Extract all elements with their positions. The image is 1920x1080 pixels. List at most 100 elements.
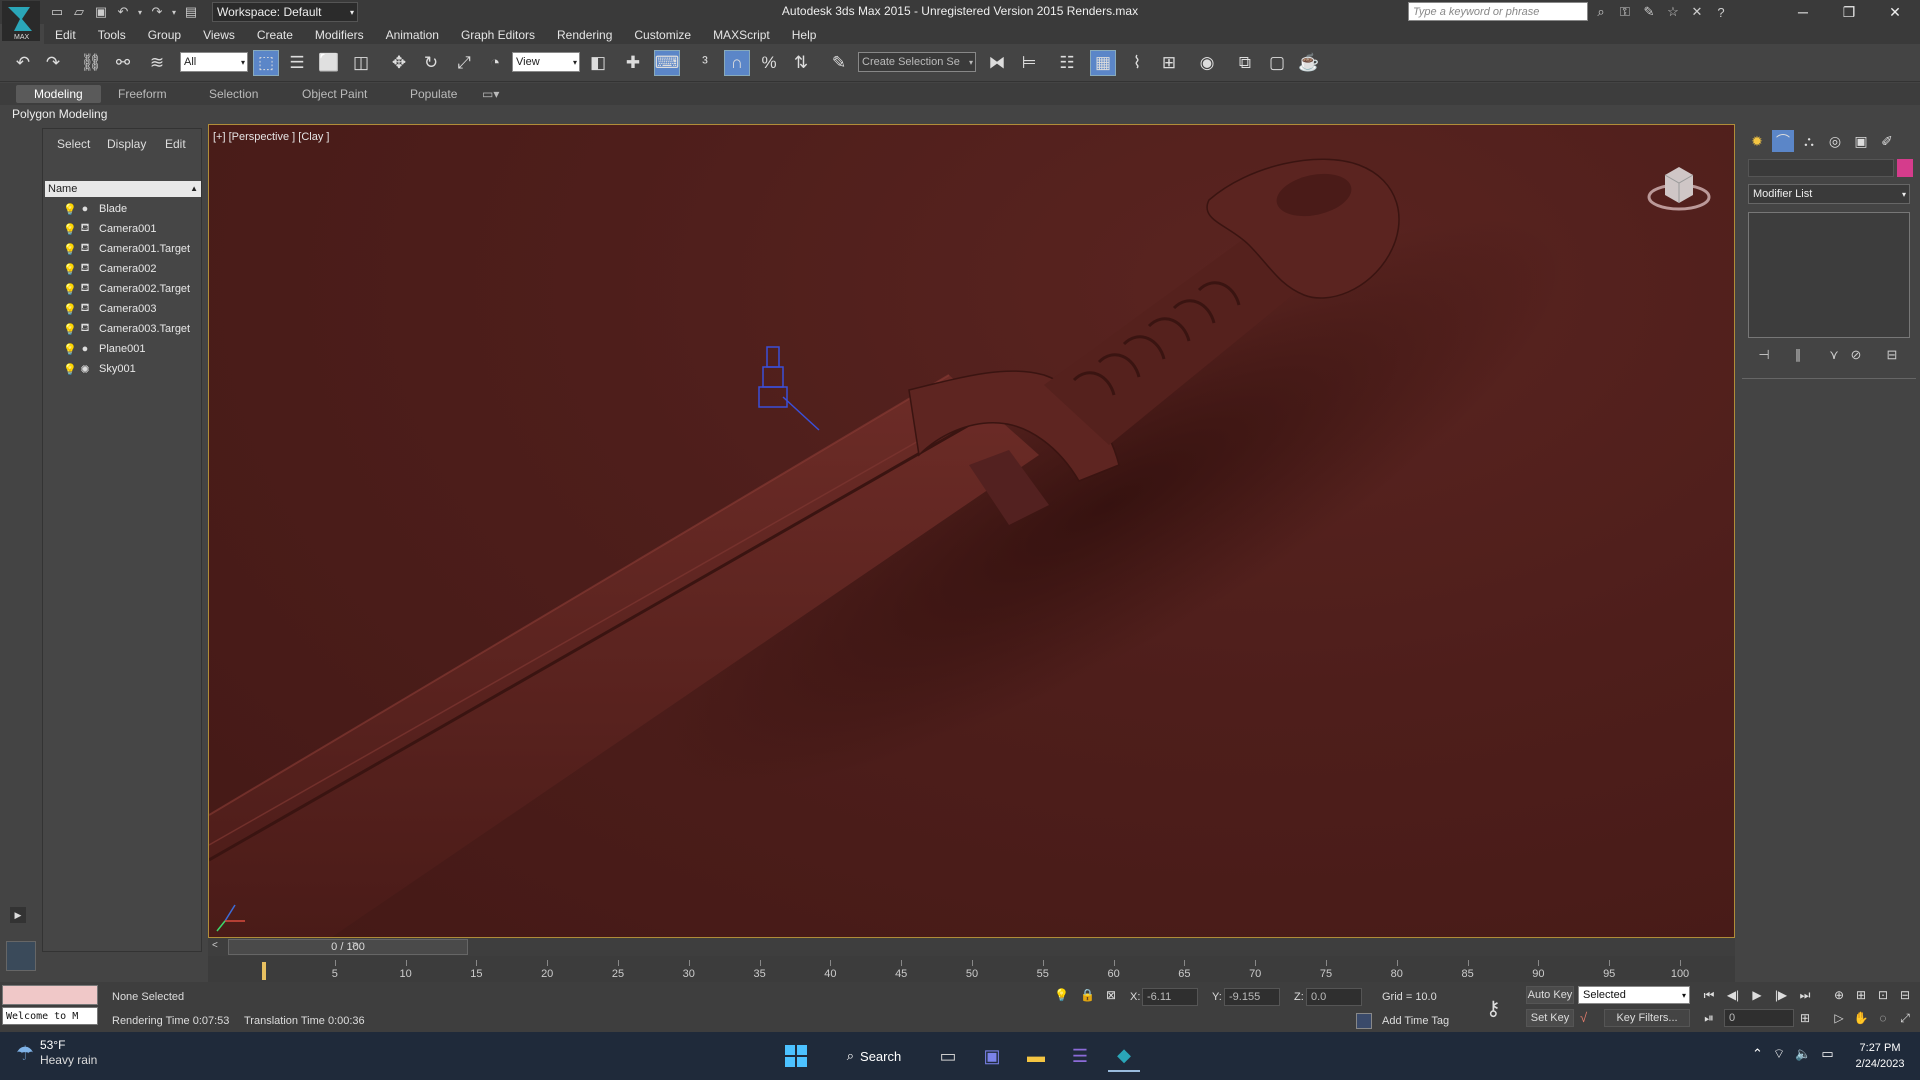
selection-lock-icon[interactable]: 🔒 bbox=[1080, 988, 1095, 1002]
undo-icon[interactable]: ↶ bbox=[10, 50, 36, 76]
explorer-tab-display[interactable]: Display bbox=[107, 137, 146, 151]
modifier-stack[interactable] bbox=[1748, 212, 1910, 338]
scene-object-row[interactable]: 💡 ⛾ Camera001 bbox=[43, 219, 201, 239]
ribbon-options-icon[interactable]: ▭▾ bbox=[474, 85, 507, 103]
next-frame-icon[interactable]: |▶ bbox=[1772, 986, 1790, 1004]
weather-widget[interactable]: ☂ 53°F Heavy rain bbox=[16, 1038, 97, 1068]
key-icon[interactable]: ⚿ bbox=[1616, 3, 1634, 21]
previous-frame-icon[interactable]: ◀| bbox=[1724, 986, 1742, 1004]
visibility-bulb-icon[interactable]: 💡 bbox=[63, 243, 77, 256]
help-icon[interactable]: ? bbox=[1712, 3, 1730, 21]
project-folder-icon[interactable]: ▤ bbox=[182, 3, 200, 21]
track-bar[interactable]: 5 10 15 20 25 30 35 40 45 50 55 60 65 70 75 80 85 90 95 100 bbox=[208, 956, 1735, 982]
scene-object-row[interactable]: 💡 ⛾ Camera003 bbox=[43, 299, 201, 319]
isolate-selection-icon[interactable]: 💡 bbox=[1054, 988, 1069, 1002]
new-file-icon[interactable]: ▭ bbox=[48, 3, 66, 21]
ribbon-tab-populate[interactable]: Populate bbox=[392, 85, 475, 103]
battery-icon[interactable]: ▭ bbox=[1821, 1046, 1833, 1062]
taskbar-search-button[interactable]: ⌕ Search bbox=[833, 1041, 915, 1071]
align-icon[interactable]: ⊨ bbox=[1016, 50, 1042, 76]
expand-arrow-icon[interactable]: ▶ bbox=[10, 907, 26, 923]
spinner-snap-icon[interactable]: ⇅ bbox=[788, 50, 814, 76]
keyboard-shortcut-override-icon[interactable]: ⌨ bbox=[654, 50, 680, 76]
visibility-bulb-icon[interactable]: 💡 bbox=[63, 283, 77, 296]
name-column-header[interactable]: Name ▲ bbox=[45, 181, 201, 197]
taskbar-clock[interactable]: 7:27 PM 2/24/2023 bbox=[1846, 1040, 1914, 1072]
zoom-all-icon[interactable]: ⊞ bbox=[1852, 986, 1870, 1004]
window-crossing-icon[interactable]: ◫ bbox=[348, 50, 374, 76]
configure-modifier-sets-icon[interactable]: ⊟ bbox=[1882, 346, 1902, 364]
select-and-place-icon[interactable]: ◔ bbox=[482, 50, 508, 76]
visibility-bulb-icon[interactable]: 💡 bbox=[63, 303, 77, 316]
scene-object-row[interactable]: 💡 ● Plane001 bbox=[43, 339, 201, 359]
menu-animation[interactable]: Animation bbox=[375, 24, 450, 46]
time-slider[interactable]: < 0 / 100 > bbox=[208, 938, 1735, 956]
menu-edit[interactable]: Edit bbox=[44, 24, 87, 46]
visibility-bulb-icon[interactable]: 💡 bbox=[63, 343, 77, 356]
play-icon[interactable]: ▶ bbox=[1748, 986, 1766, 1004]
menu-create[interactable]: Create bbox=[246, 24, 304, 46]
key-filters-button[interactable]: Key Filters... bbox=[1604, 1009, 1690, 1027]
time-slider-thumb[interactable]: 0 / 100 bbox=[228, 939, 468, 955]
named-selection-sets-dropdown[interactable]: Create Selection Se ▾ bbox=[858, 52, 976, 72]
visibility-bulb-icon[interactable]: 💡 bbox=[63, 323, 77, 336]
selection-filter-dropdown[interactable]: All ▾ bbox=[180, 52, 248, 72]
field-of-view-icon[interactable]: ▷ bbox=[1830, 1009, 1848, 1027]
menu-maxscript[interactable]: MAXScript bbox=[702, 24, 781, 46]
default-in-out-tangent-icon[interactable]: √ bbox=[1580, 1010, 1587, 1025]
edit-named-selection-icon[interactable]: ✎ bbox=[826, 50, 852, 76]
utilities-tab-icon[interactable]: ✐ bbox=[1876, 130, 1898, 152]
task-view-icon[interactable]: ▭ bbox=[932, 1040, 964, 1072]
scene-object-row[interactable]: 💡 ⛾ Camera002 bbox=[43, 259, 201, 279]
ribbon-tab-freeform[interactable]: Freeform bbox=[100, 85, 185, 103]
display-tab-icon[interactable]: ▣ bbox=[1850, 130, 1872, 152]
3ds-max-taskbar-icon[interactable]: ◆ bbox=[1108, 1040, 1140, 1072]
go-to-start-icon[interactable]: ⏮ bbox=[1700, 986, 1718, 1004]
select-by-name-icon[interactable]: ☰ bbox=[284, 50, 310, 76]
menu-rendering[interactable]: Rendering bbox=[546, 24, 623, 46]
time-configuration-icon[interactable]: ⊞ bbox=[1796, 1009, 1814, 1027]
scene-object-row[interactable]: 💡 ⛾ Camera001.Target bbox=[43, 239, 201, 259]
undo-dropdown-icon[interactable]: ▾ bbox=[136, 3, 144, 21]
scene-explorer-toggle-icon[interactable]: ▦ bbox=[1090, 50, 1116, 76]
workspace-dropdown[interactable]: Workspace: Default ▾ bbox=[212, 2, 358, 22]
polygon-modeling-panel[interactable]: Polygon Modeling bbox=[12, 107, 107, 121]
maxscript-listener-input[interactable] bbox=[2, 985, 98, 1005]
rendered-frame-window-icon[interactable]: ▢ bbox=[1264, 50, 1290, 76]
open-file-icon[interactable]: ▱ bbox=[70, 3, 88, 21]
make-unique-icon[interactable]: ⋎ bbox=[1824, 346, 1844, 364]
save-file-icon[interactable]: ▣ bbox=[92, 3, 110, 21]
key-selection-dropdown[interactable]: Selected ▾ bbox=[1578, 986, 1690, 1004]
modify-tab-icon[interactable]: ⌒ bbox=[1772, 130, 1794, 152]
rectangular-selection-icon[interactable]: ⬜ bbox=[316, 50, 342, 76]
pivot-center-icon[interactable]: ◧ bbox=[585, 50, 611, 76]
ribbon-tab-object-paint[interactable]: Object Paint bbox=[284, 85, 385, 103]
perspective-viewport[interactable]: [+] [Perspective ] [Clay ] bbox=[208, 124, 1735, 938]
menu-customize[interactable]: Customize bbox=[623, 24, 702, 46]
redo-icon[interactable]: ↷ bbox=[148, 3, 166, 21]
select-and-rotate-icon[interactable]: ↻ bbox=[418, 50, 444, 76]
object-color-swatch[interactable] bbox=[1897, 159, 1913, 177]
create-tab-icon[interactable]: ✹ bbox=[1746, 130, 1768, 152]
current-frame-marker[interactable] bbox=[262, 962, 266, 980]
y-coordinate-field[interactable]: -9.155 bbox=[1224, 988, 1280, 1006]
minimize-button[interactable]: ─ bbox=[1780, 0, 1826, 24]
menu-modifiers[interactable]: Modifiers bbox=[304, 24, 375, 46]
bind-space-warp-icon[interactable]: ≋ bbox=[144, 50, 170, 76]
time-slider-next-icon[interactable]: > bbox=[352, 940, 358, 951]
key-mode-toggle-icon[interactable]: ⏯ bbox=[1700, 1009, 1718, 1027]
z-coordinate-field[interactable]: 0.0 bbox=[1306, 988, 1362, 1006]
viewcube-icon[interactable] bbox=[1647, 155, 1711, 217]
reference-coordinate-dropdown[interactable]: View ▾ bbox=[512, 52, 580, 72]
explorer-tab-edit[interactable]: Edit bbox=[165, 137, 186, 151]
taskbar-app-icon[interactable]: ☰ bbox=[1064, 1040, 1096, 1072]
help-search-input[interactable]: Type a keyword or phrase bbox=[1408, 2, 1588, 21]
current-frame-field[interactable]: 0 bbox=[1724, 1009, 1794, 1027]
orbit-icon[interactable]: ◌ bbox=[1874, 1009, 1892, 1027]
material-editor-icon[interactable]: ◉ bbox=[1194, 50, 1220, 76]
select-manipulate-icon[interactable]: ✚ bbox=[620, 50, 646, 76]
scene-object-row[interactable]: 💡 ⛾ Camera003.Target bbox=[43, 319, 201, 339]
select-object-icon[interactable]: ⬚ bbox=[253, 50, 279, 76]
render-production-icon[interactable]: ☕ bbox=[1296, 50, 1322, 76]
viewport-label[interactable]: [+] [Perspective ] [Clay ] bbox=[213, 131, 329, 143]
